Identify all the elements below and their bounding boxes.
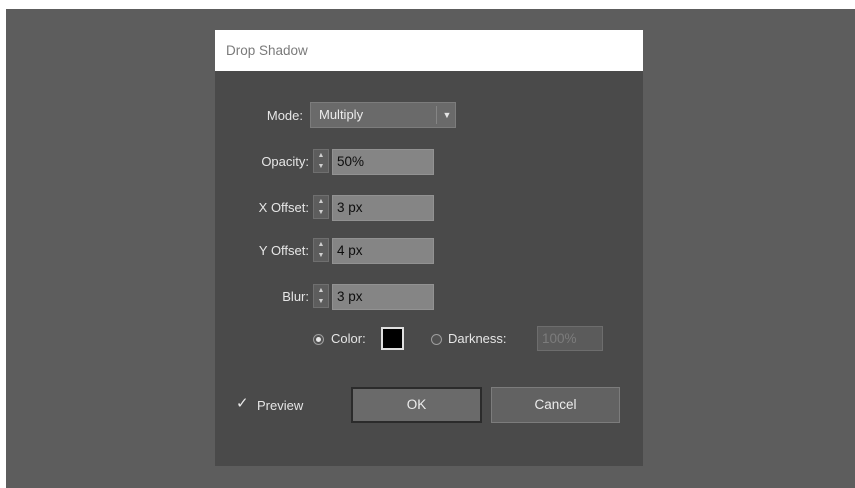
radio-selected-dot bbox=[316, 337, 321, 342]
opacity-stepper[interactable]: ▲ ▼ bbox=[313, 149, 329, 173]
opacity-input[interactable]: 50% bbox=[332, 149, 434, 175]
darkness-radio[interactable] bbox=[431, 334, 442, 345]
mode-dropdown[interactable]: Multiply ▼ bbox=[310, 102, 456, 128]
mode-label: Mode: bbox=[266, 108, 303, 123]
color-label: Color: bbox=[331, 331, 366, 346]
darkness-input[interactable]: 100% bbox=[537, 326, 603, 351]
blur-input[interactable]: 3 px bbox=[332, 284, 434, 310]
blur-label: Blur: bbox=[282, 289, 309, 304]
blur-stepper[interactable]: ▲ ▼ bbox=[313, 284, 329, 308]
cancel-button[interactable]: Cancel bbox=[491, 387, 620, 423]
checkmark-icon: ✓ bbox=[236, 395, 249, 412]
x-offset-input[interactable]: 3 px bbox=[332, 195, 434, 221]
opacity-label: Opacity: bbox=[261, 154, 309, 169]
stepper-down-icon[interactable]: ▼ bbox=[314, 161, 328, 172]
stepper-up-icon[interactable]: ▲ bbox=[314, 150, 328, 161]
drop-shadow-dialog: Drop Shadow Mode: Multiply ▼ Opacity: ▲ … bbox=[215, 30, 643, 466]
ok-button[interactable]: OK bbox=[351, 387, 482, 423]
color-radio[interactable] bbox=[313, 334, 324, 345]
mode-value: Multiply bbox=[319, 107, 364, 122]
stepper-up-icon[interactable]: ▲ bbox=[314, 196, 328, 207]
x-offset-label: X Offset: bbox=[258, 200, 309, 215]
y-offset-stepper[interactable]: ▲ ▼ bbox=[313, 238, 329, 262]
stepper-up-icon[interactable]: ▲ bbox=[314, 285, 328, 296]
dropdown-separator bbox=[436, 106, 437, 124]
preview-checkbox[interactable]: ✓ bbox=[236, 396, 252, 412]
color-swatch[interactable] bbox=[381, 327, 404, 350]
stepper-down-icon[interactable]: ▼ bbox=[314, 296, 328, 307]
preview-label[interactable]: Preview bbox=[257, 398, 303, 413]
y-offset-input[interactable]: 4 px bbox=[332, 238, 434, 264]
stepper-down-icon[interactable]: ▼ bbox=[314, 250, 328, 261]
stepper-down-icon[interactable]: ▼ bbox=[314, 207, 328, 218]
x-offset-stepper[interactable]: ▲ ▼ bbox=[313, 195, 329, 219]
stepper-up-icon[interactable]: ▲ bbox=[314, 239, 328, 250]
darkness-label: Darkness: bbox=[448, 331, 507, 346]
y-offset-label: Y Offset: bbox=[258, 243, 309, 258]
dialog-title: Drop Shadow bbox=[215, 30, 643, 71]
chevron-down-icon[interactable]: ▼ bbox=[439, 103, 455, 127]
